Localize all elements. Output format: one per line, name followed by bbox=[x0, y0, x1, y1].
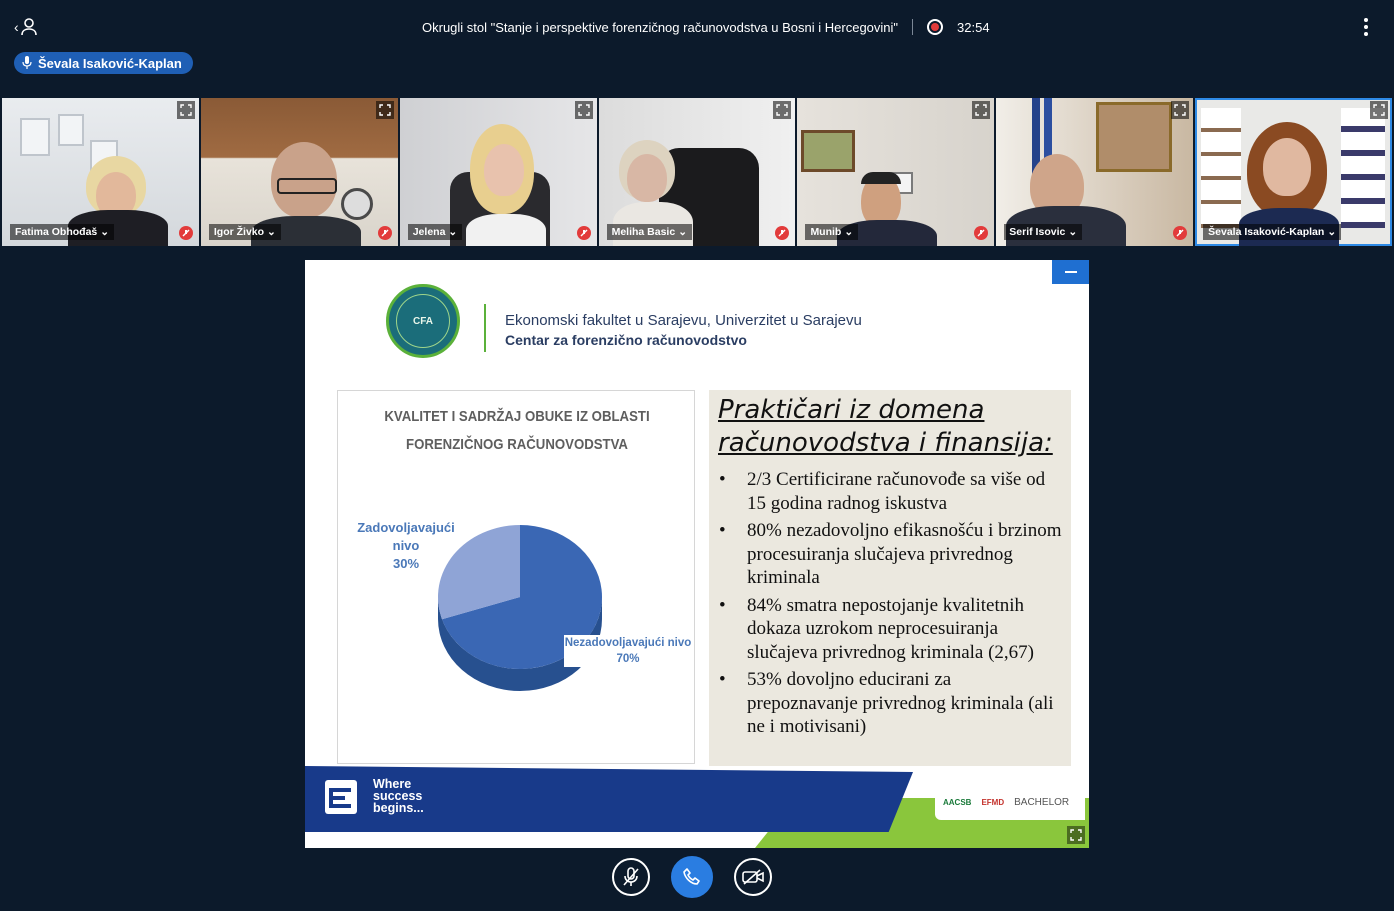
dot bbox=[1364, 25, 1368, 29]
list-item: 84% smatra nepostojanje kvalitetnih doka… bbox=[719, 594, 1063, 665]
participant-strip: Fatima Obhođaš ⌄ Igor Živko ⌄ Jelena ⌄ Meli… bbox=[2, 98, 1393, 246]
participant-name[interactable]: Fatima Obhođaš ⌄ bbox=[10, 224, 115, 240]
slide-footer: Where success begins... AACSB EFMD BACHE… bbox=[305, 766, 1089, 848]
participant-tile[interactable]: Jelena ⌄ bbox=[399, 98, 597, 246]
person-icon bbox=[20, 18, 37, 36]
active-speaker-badge[interactable]: Ševala Isaković-Kaplan bbox=[14, 52, 193, 74]
shared-slide: CFA Ekonomski fakultet u Sarajevu, Unive… bbox=[305, 260, 1089, 848]
phone-icon bbox=[683, 868, 700, 885]
list-item: 53% dovoljno educirani za prepoznavanje … bbox=[719, 668, 1063, 739]
participant-tile[interactable]: Fatima Obhođaš ⌄ bbox=[2, 98, 199, 246]
end-call-button[interactable] bbox=[671, 856, 713, 898]
dot bbox=[1364, 18, 1368, 22]
record-icon[interactable] bbox=[927, 19, 944, 35]
more-options-button[interactable] bbox=[1364, 18, 1370, 36]
participant-tile[interactable]: Igor Živko ⌄ bbox=[200, 98, 398, 246]
participant-name[interactable]: Igor Živko ⌄ bbox=[208, 224, 281, 240]
muted-mic-icon bbox=[775, 226, 790, 240]
participant-tile[interactable]: Meliha Basic ⌄ bbox=[598, 98, 796, 246]
muted-mic-icon bbox=[377, 226, 392, 240]
list-item: 80% nezadovoljno efikasnošću i brzinom p… bbox=[719, 519, 1063, 590]
top-bar: ‹ Okrugli stol "Stanje i perspektive for… bbox=[0, 0, 1394, 56]
participant-name[interactable]: Jelena ⌄ bbox=[407, 224, 463, 240]
list-item: 2/3 Certificirane računovođe sa više od … bbox=[719, 468, 1063, 515]
expand-icon[interactable] bbox=[1370, 101, 1389, 119]
video-toggle-button[interactable] bbox=[734, 858, 772, 896]
participant-tile[interactable]: Munib ⌄ bbox=[797, 98, 995, 246]
participant-name[interactable]: Meliha Basic ⌄ bbox=[606, 224, 693, 240]
expand-icon[interactable] bbox=[972, 101, 991, 119]
participant-tile-active[interactable]: Ševala Isaković-Kaplan ⌄ bbox=[1195, 98, 1393, 246]
key-findings-box: Praktičari iz domena računovodstva i fin… bbox=[709, 390, 1071, 766]
slice-value: 70% bbox=[616, 653, 640, 665]
participant-tile[interactable]: Serif Isovic ⌄ bbox=[996, 98, 1194, 246]
cfa-logo: CFA bbox=[386, 284, 460, 358]
pie-svg bbox=[438, 525, 602, 691]
institution-name: Ekonomski fakultet u Sarajevu, Univerzit… bbox=[505, 312, 862, 329]
participants-back-button[interactable]: ‹ bbox=[14, 16, 40, 38]
pie-chart: KVALITET I SADRŽAJ OBUKE IZ OBLASTI FORE… bbox=[337, 390, 695, 764]
muted-mic-icon bbox=[623, 867, 639, 886]
mute-mic-button[interactable] bbox=[612, 858, 650, 896]
microphone-icon bbox=[22, 56, 32, 69]
logo-text: CFA bbox=[413, 315, 433, 327]
expand-icon[interactable] bbox=[1067, 826, 1085, 844]
slice-value: 30% bbox=[392, 556, 420, 571]
participant-name[interactable]: Serif Isovic ⌄ bbox=[1004, 224, 1083, 240]
participant-name[interactable]: Ševala Isaković-Kaplan ⌄ bbox=[1203, 224, 1342, 240]
expand-icon[interactable] bbox=[176, 101, 195, 119]
slice-label-satisfied: Zadovoljavajući nivo 30% bbox=[350, 519, 462, 573]
muted-mic-icon bbox=[576, 226, 591, 240]
expand-icon[interactable] bbox=[574, 101, 593, 119]
divider bbox=[912, 19, 914, 35]
meeting-timer: 32:54 bbox=[957, 19, 990, 35]
dot bbox=[1364, 32, 1368, 36]
expand-icon[interactable] bbox=[375, 101, 394, 119]
back-chevron-icon: ‹ bbox=[14, 19, 19, 35]
slice-category: Zadovoljavajući nivo bbox=[357, 520, 455, 553]
slice-category: Nezadovoljavajući nivo bbox=[564, 637, 692, 649]
chart-title: KVALITET I SADRŽAJ OBUKE IZ OBLASTI FORE… bbox=[384, 408, 650, 453]
meeting-title: Okrugli stol "Stanje i perspektive foren… bbox=[422, 19, 899, 35]
aacsb-badge: AACSB bbox=[943, 797, 972, 807]
faculty-logo-icon bbox=[325, 780, 357, 814]
muted-mic-icon bbox=[178, 226, 193, 240]
center-name: Centar za forenzično računovodstvo bbox=[505, 332, 747, 348]
minimize-button[interactable] bbox=[1052, 260, 1089, 284]
video-off-icon bbox=[742, 869, 764, 885]
slice-label-unsatisfied: Nezadovoljavajući nivo 70% bbox=[564, 635, 692, 667]
muted-mic-icon bbox=[1173, 226, 1188, 240]
active-speaker-name: Ševala Isaković-Kaplan bbox=[38, 55, 182, 71]
expand-icon[interactable] bbox=[1171, 101, 1190, 119]
bachelor-badge: BACHELOR bbox=[1014, 796, 1070, 808]
meeting-info: Okrugli stol "Stanje i perspektive foren… bbox=[422, 19, 990, 35]
expand-icon[interactable] bbox=[773, 101, 792, 119]
accreditation-badges: AACSB EFMD BACHELOR bbox=[935, 784, 1085, 820]
participant-name[interactable]: Munib ⌄ bbox=[805, 224, 859, 240]
divider bbox=[484, 304, 486, 352]
muted-mic-icon bbox=[974, 226, 989, 240]
findings-heading: Praktičari iz domena računovodstva i fin… bbox=[718, 395, 1053, 458]
call-controls bbox=[612, 856, 772, 898]
efmd-badge: EFMD bbox=[981, 797, 1005, 807]
slogan: Where success begins... bbox=[373, 777, 424, 815]
minimize-icon bbox=[1064, 271, 1077, 273]
findings-list: 2/3 Certificirane računovođe sa više od … bbox=[719, 468, 1063, 743]
